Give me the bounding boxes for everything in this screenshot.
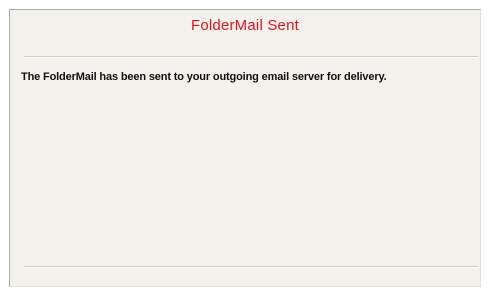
top-divider (24, 56, 478, 58)
dialog-title: FolderMail Sent (190, 17, 300, 34)
confirmation-message: The FolderMail has been sent to your out… (21, 71, 387, 83)
foldermail-sent-dialog: FolderMail Sent The FolderMail has been … (9, 9, 481, 287)
bottom-divider (24, 266, 478, 268)
